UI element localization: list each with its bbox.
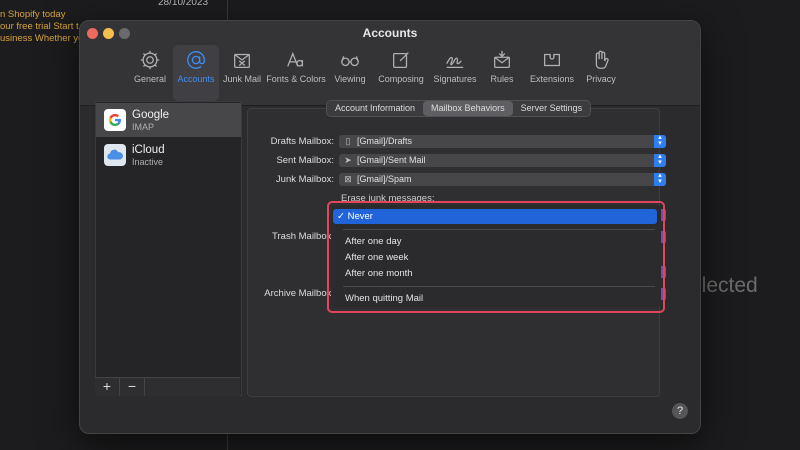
google-icon bbox=[104, 109, 126, 131]
menu-item-never[interactable]: ✓ Never bbox=[333, 209, 657, 224]
rules-icon bbox=[487, 47, 517, 73]
remove-account-button[interactable]: − bbox=[120, 378, 145, 396]
extensions-icon bbox=[537, 47, 567, 73]
popup-arrows-icon: ▴ ▾ bbox=[654, 134, 666, 148]
account-status: Inactive bbox=[132, 156, 164, 167]
account-item-icloud[interactable]: iCloud Inactive bbox=[96, 138, 241, 172]
paper-plane-icon: ➤ bbox=[344, 155, 352, 165]
toolbar-extensions[interactable]: Extensions bbox=[523, 45, 581, 101]
toolbar-junk-mail[interactable]: Junk Mail bbox=[219, 45, 265, 101]
popup-arrows-icon: ▴ ▾ bbox=[654, 172, 666, 186]
account-list-footer: + − bbox=[95, 377, 240, 396]
preferences-toolbar: General Accounts Junk Mail Fonts & Color… bbox=[127, 45, 621, 101]
account-name: Google bbox=[132, 108, 170, 121]
window-title: Accounts bbox=[362, 26, 418, 40]
toolbar-composing[interactable]: Composing bbox=[373, 45, 429, 101]
account-item-google[interactable]: Google IMAP bbox=[96, 103, 241, 137]
menu-separator bbox=[343, 286, 655, 287]
tab-account-information[interactable]: Account Information bbox=[327, 101, 423, 116]
document-icon: ▯ bbox=[345, 136, 351, 146]
toolbar-label: Signatures bbox=[433, 74, 477, 84]
preview-line: usiness Whether yo bbox=[0, 33, 84, 44]
tab-server-settings[interactable]: Server Settings bbox=[513, 101, 591, 116]
trash-mailbox-label: Trash Mailbox: bbox=[272, 231, 334, 242]
toolbar-label: Extensions bbox=[529, 74, 575, 84]
checkmark-icon: ✓ bbox=[337, 211, 345, 222]
toolbar-rules[interactable]: Rules bbox=[481, 45, 523, 101]
hand-icon bbox=[586, 47, 616, 73]
toolbar-fonts-colors[interactable]: Fonts & Colors bbox=[265, 45, 327, 101]
menu-separator bbox=[343, 229, 655, 230]
titlebar: Accounts General Accounts Junk Mail Font… bbox=[80, 21, 700, 106]
toolbar-viewing[interactable]: Viewing bbox=[327, 45, 373, 101]
sent-mailbox-label: Sent Mailbox: bbox=[276, 155, 334, 166]
toolbar-label: Fonts & Colors bbox=[266, 74, 326, 84]
toolbar-label: Junk Mail bbox=[222, 74, 261, 84]
menu-item-when-quitting-mail[interactable]: When quitting Mail bbox=[333, 291, 657, 306]
toolbar-label: Privacy bbox=[586, 74, 616, 84]
junk-mailbox-label: Junk Mailbox: bbox=[275, 174, 334, 185]
icloud-icon bbox=[104, 144, 126, 166]
menu-item-after-one-month[interactable]: After one month bbox=[333, 266, 657, 281]
compose-icon bbox=[386, 47, 416, 73]
junk-mailbox-popup[interactable]: ⊠ [Gmail]/Spam ▴ ▾ bbox=[339, 172, 666, 186]
drafts-mailbox-label: Drafts Mailbox: bbox=[270, 136, 334, 147]
add-account-button[interactable]: + bbox=[95, 378, 120, 396]
fonts-icon bbox=[281, 47, 311, 73]
menu-item-label: Never bbox=[347, 211, 373, 222]
gear-icon bbox=[135, 47, 165, 73]
toolbar-label: General bbox=[133, 74, 167, 84]
background-preview: n Shopify today our free trial Start t u… bbox=[0, 9, 83, 45]
toolbar-accounts[interactable]: Accounts bbox=[173, 45, 219, 101]
background-date: 28/10/2023 bbox=[158, 0, 209, 8]
toolbar-general[interactable]: General bbox=[127, 45, 173, 101]
tab-bar: Account Information Mailbox Behaviors Se… bbox=[326, 100, 592, 117]
preview-line: n Shopify today bbox=[0, 9, 66, 20]
help-button[interactable]: ? bbox=[672, 403, 688, 419]
erase-junk-menu: ✓ Never After one day After one week Aft… bbox=[331, 205, 661, 308]
erase-junk-label: Erase junk messages: bbox=[341, 193, 435, 204]
toolbar-privacy[interactable]: Privacy bbox=[581, 45, 621, 101]
account-text: iCloud Inactive bbox=[132, 144, 165, 167]
preview-line: our free trial Start t bbox=[0, 21, 79, 32]
toolbar-label: Rules bbox=[490, 74, 514, 84]
toolbar-label: Viewing bbox=[334, 74, 366, 84]
tab-mailbox-behaviors[interactable]: Mailbox Behaviors bbox=[423, 101, 513, 116]
sent-mailbox-value: [Gmail]/Sent Mail bbox=[357, 155, 426, 165]
menu-item-after-one-week[interactable]: After one week bbox=[333, 250, 657, 265]
account-name: iCloud bbox=[132, 143, 165, 156]
account-type: IMAP bbox=[132, 121, 155, 132]
toolbar-label: Accounts bbox=[177, 74, 215, 84]
glasses-icon bbox=[335, 47, 365, 73]
junk-tray-icon: ⊠ bbox=[344, 174, 352, 184]
popup-arrows-icon: ▴ ▾ bbox=[654, 153, 666, 167]
at-icon bbox=[181, 47, 211, 73]
signature-icon bbox=[440, 47, 470, 73]
sent-mailbox-popup[interactable]: ➤ [Gmail]/Sent Mail ▴ ▾ bbox=[339, 153, 666, 167]
account-text: Google IMAP bbox=[132, 109, 169, 132]
drafts-mailbox-value: [Gmail]/Drafts bbox=[357, 136, 413, 146]
drafts-mailbox-popup[interactable]: ▯ [Gmail]/Drafts ▴ ▾ bbox=[339, 134, 666, 148]
junk-mailbox-value: [Gmail]/Spam bbox=[357, 174, 412, 184]
archive-mailbox-label: Archive Mailbox: bbox=[264, 288, 334, 299]
toolbar-label: Composing bbox=[378, 74, 424, 84]
toolbar-signatures[interactable]: Signatures bbox=[429, 45, 481, 101]
menu-item-after-one-day[interactable]: After one day bbox=[333, 234, 657, 249]
junk-mail-icon bbox=[227, 47, 257, 73]
account-list: Google IMAP iCloud Inactive bbox=[95, 101, 242, 396]
